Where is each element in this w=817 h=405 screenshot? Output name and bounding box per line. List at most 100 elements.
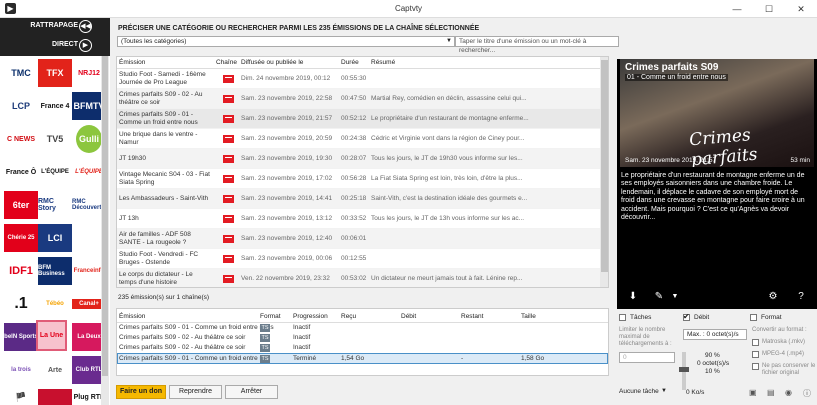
table-row[interactable]: Le corps du dictateur - Le temps d'une h… <box>117 269 608 287</box>
gear-icon[interactable]: ⚙ <box>767 291 779 303</box>
download-icon[interactable]: ⬇ <box>627 291 639 303</box>
channel-lci[interactable]: LCI <box>38 224 72 252</box>
channel-cherie25[interactable]: Chérie 25 <box>4 224 38 252</box>
donate-button[interactable]: Faire un don <box>116 385 166 399</box>
program-table: Émission Chaîne Diffusée ou publiée le D… <box>116 56 609 288</box>
table-row[interactable]: Crimes parfaits S09 - 02 - Au théâtre ce… <box>117 89 608 109</box>
dl-col-debit[interactable]: Débit <box>401 313 416 320</box>
debit-slider-knob[interactable] <box>679 367 689 372</box>
table-row[interactable]: Studio Foot - Samedi - 16ème Journée de … <box>117 69 608 89</box>
chevron-down-icon[interactable]: ▼ <box>661 388 667 394</box>
table-row[interactable]: Une brique dans le ventre - Namur Sam. 2… <box>117 129 608 149</box>
mpeg4-checkbox[interactable] <box>752 351 759 358</box>
channel-france-o[interactable]: France Ô <box>4 158 38 186</box>
limit-spinner[interactable]: 0 <box>619 352 675 363</box>
table-row[interactable]: Crimes parfaits S09 - 01 - Comme un froi… <box>117 109 608 129</box>
play-icon[interactable]: ▶ <box>79 39 92 52</box>
resume-button[interactable]: Reprendre <box>169 385 222 399</box>
channel-gulli[interactable]: Gulli <box>76 125 102 153</box>
program-scrollbar-thumb[interactable] <box>601 60 608 272</box>
dl-col-recu[interactable]: Reçu <box>341 313 356 320</box>
channel-partial-1[interactable]: 🏴 <box>4 389 38 405</box>
table-row[interactable]: Studio Foot - Vendredi - FC Bruges - Ost… <box>117 249 608 269</box>
row-resume: Tous les jours, le JT de 13h vous inform… <box>371 215 525 222</box>
dl-col-format[interactable]: Format <box>260 313 281 320</box>
debit-slider[interactable] <box>679 352 689 390</box>
document-icon[interactable]: ▤ <box>767 388 775 397</box>
dl-col-progression[interactable]: Progression <box>293 313 328 320</box>
dl-taille: 1,58 Go <box>521 355 545 362</box>
preview-subtitle: 01 - Comme un froid entre nous <box>625 74 728 81</box>
debit-max-field[interactable]: Max. : 0 octet(s)/s <box>683 329 747 340</box>
maximize-button[interactable]: ☐ <box>753 0 785 18</box>
sidebar-scrollbar[interactable] <box>101 56 109 405</box>
channel-cnews[interactable]: C NEWS <box>4 125 38 153</box>
channel-bein[interactable]: beIN Sports <box>4 323 38 351</box>
program-scrollbar[interactable] <box>600 57 608 287</box>
close-button[interactable]: ✕ <box>785 0 817 18</box>
channel-6ter[interactable]: 6ter <box>4 191 38 219</box>
chevron-down-icon[interactable]: ▼ <box>669 291 681 303</box>
table-row[interactable]: JT 13h Sam. 23 novembre 2019, 13:12 00:3… <box>117 209 608 229</box>
channel-bfm-business[interactable]: BFM Business <box>38 257 72 285</box>
download-row[interactable]: Crimes parfaits S09 - 02 - Au théâtre ce… <box>117 343 608 353</box>
tools-icon[interactable]: ✎ <box>653 291 665 303</box>
download-row[interactable]: Crimes parfaits S09 - 01 - Comme un froi… <box>117 323 608 333</box>
info-icon[interactable]: ⓘ <box>803 388 811 399</box>
program-count: 235 émission(s) sur 1 chaîne(s) <box>118 294 210 301</box>
taches-checkbox[interactable] <box>619 314 626 321</box>
format-checkbox[interactable] <box>750 314 757 321</box>
download-row-selected[interactable]: Crimes parfaits S09 - 01 - Comme un froi… <box>117 353 608 364</box>
row-date: Ven. 22 novembre 2019, 23:32 <box>241 275 330 282</box>
channel-rmc-story[interactable]: RMC Story <box>38 191 72 219</box>
options-panel: Tâches Limiter le nombre maximal de télé… <box>617 312 817 405</box>
rattrapage-label[interactable]: RATTRAPAGE <box>30 22 78 29</box>
preserve-label: Ne pas conserver le fichier original <box>762 363 816 376</box>
row-resume: Tous les jours, le JT de 19h30 vous info… <box>371 155 523 162</box>
direct-label[interactable]: DIRECT <box>52 41 78 48</box>
channel-france4[interactable]: France 4 <box>38 92 72 120</box>
channel-idf1[interactable]: IDF1 <box>4 257 38 285</box>
matroska-checkbox[interactable] <box>752 339 759 346</box>
channel-la-trois[interactable]: la trois <box>4 356 38 384</box>
category-select[interactable]: (Toutes les catégories) ▼ <box>117 36 455 47</box>
preview-duration: 53 min <box>790 157 810 164</box>
channel-lcp[interactable]: LCP <box>4 92 38 120</box>
col-duree[interactable]: Durée <box>341 59 359 66</box>
folder-icon[interactable]: ▣ <box>749 388 757 397</box>
stop-button[interactable]: Arrêter <box>225 385 278 399</box>
table-row[interactable]: JT 19h30 Sam. 23 novembre 2019, 19:30 00… <box>117 149 608 169</box>
channel-partial-2[interactable] <box>38 389 72 405</box>
channel-tebeo[interactable]: Tébéo <box>38 290 72 318</box>
download-row[interactable]: Crimes parfaits S09 - 02 - Au théâtre ce… <box>117 333 608 343</box>
preview-thumbnail[interactable]: Crimes parfaits S09 01 - Comme un froid … <box>620 59 814 167</box>
debit-checkbox[interactable] <box>683 312 690 321</box>
col-emission[interactable]: Émission <box>119 59 145 66</box>
dl-col-restant[interactable]: Restant <box>461 313 483 320</box>
preserve-checkbox[interactable] <box>752 363 759 370</box>
eye-icon[interactable]: ◉ <box>785 388 792 397</box>
preview-date: Sam. 23 novembre 2019, 21:57 <box>625 157 717 164</box>
download-header: Émission Format Progression Reçu Débit R… <box>117 309 608 323</box>
table-row[interactable]: Les Ambassadeurs - Saint-Vith Sam. 23 no… <box>117 189 608 209</box>
dl-col-taille[interactable]: Taille <box>521 313 536 320</box>
channel-la1ere[interactable]: .1 <box>4 290 38 318</box>
minimize-button[interactable]: — <box>721 0 753 18</box>
channel-la-une[interactable]: La Une <box>36 320 67 351</box>
channel-tmc[interactable]: TMC <box>4 59 38 87</box>
channel-tv5[interactable]: TV5 <box>38 125 72 153</box>
col-chaine[interactable]: Chaîne <box>216 59 237 66</box>
rewind-icon[interactable]: ◀◀ <box>79 20 92 33</box>
col-diffusee[interactable]: Diffusée ou publiée le <box>241 59 303 66</box>
preview-panel: Crimes parfaits S09 01 - Comme un froid … <box>617 59 817 309</box>
help-icon[interactable]: ? <box>795 291 807 303</box>
dl-col-emission[interactable]: Émission <box>119 313 145 320</box>
table-row[interactable]: Air de familles - ADF 508 SANTE - La rou… <box>117 229 608 249</box>
table-row[interactable]: Vintage Mecanic S04 - 03 - Fiat Siata Sp… <box>117 169 608 189</box>
channel-tfx[interactable]: TFX <box>38 59 72 87</box>
search-input[interactable]: Taper le titre d'une émission ou un mot-… <box>455 36 619 54</box>
channel-lequipe[interactable]: L'ÉQUIPE <box>38 158 72 186</box>
col-resume[interactable]: Résumé <box>371 59 395 66</box>
sidebar-scrollbar-thumb[interactable] <box>102 56 108 376</box>
channel-arte[interactable]: Arte <box>38 356 72 384</box>
